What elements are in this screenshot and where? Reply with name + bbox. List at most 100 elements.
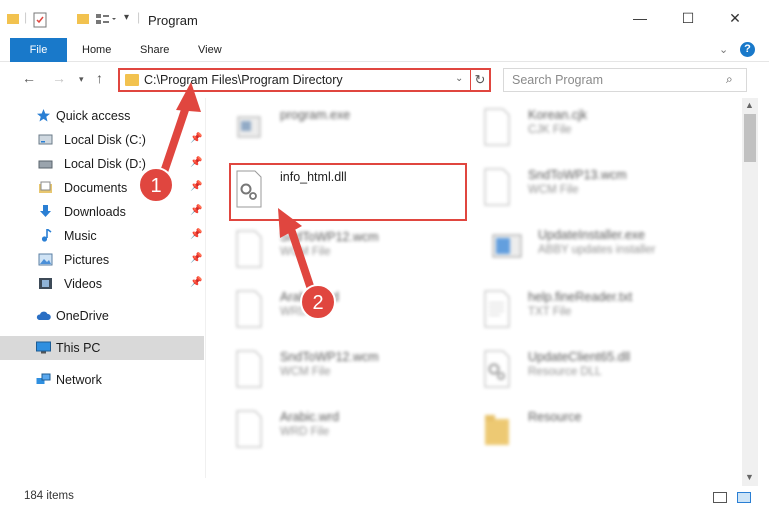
sidebar-item-quick-access[interactable]: Quick access bbox=[0, 104, 204, 128]
window-title: Program bbox=[148, 13, 198, 28]
file-type: WCM File bbox=[280, 366, 331, 378]
folder-icon bbox=[125, 74, 139, 86]
sidebar-item-documents[interactable]: Documents 📌 bbox=[0, 176, 204, 200]
file-type: CJK File bbox=[528, 124, 572, 136]
file-list: program.exe info_html.dll SndToWP12.wcm … bbox=[208, 98, 741, 478]
tab-file[interactable]: File bbox=[10, 38, 67, 62]
file-name: Resource bbox=[528, 410, 582, 424]
sidebar-item-local-disk-c[interactable]: Local Disk (C:) 📌 bbox=[0, 128, 204, 152]
sidebar-item-music[interactable]: Music 📌 bbox=[0, 224, 204, 248]
details-view-icon[interactable] bbox=[713, 492, 727, 503]
pin-icon[interactable]: 📌 bbox=[190, 205, 202, 216]
maximize-button[interactable]: ☐ bbox=[677, 10, 699, 28]
chevron-down-icon[interactable]: ⌄ bbox=[455, 73, 463, 84]
up-arrow-icon[interactable]: ↑ bbox=[96, 70, 103, 86]
cloud-icon bbox=[36, 311, 51, 320]
file-type: WCM File bbox=[280, 246, 331, 258]
pin-icon[interactable]: 📌 bbox=[190, 133, 202, 144]
scroll-thumb[interactable] bbox=[744, 114, 756, 162]
sidebar-item-pictures[interactable]: Pictures 📌 bbox=[0, 248, 204, 272]
view-options-icon[interactable] bbox=[95, 12, 117, 26]
file-item[interactable]: SndToWP13.wcm WCM File bbox=[458, 162, 698, 220]
pin-icon[interactable]: 📌 bbox=[190, 229, 202, 240]
generic-file-icon bbox=[236, 230, 262, 268]
expand-ribbon-icon[interactable]: ⌄ bbox=[719, 43, 728, 56]
large-icons-view-icon[interactable] bbox=[737, 492, 751, 503]
tab-share[interactable]: Share bbox=[140, 38, 169, 62]
file-item[interactable]: Korean.cjk CJK File bbox=[458, 102, 698, 160]
file-type: WRD File bbox=[280, 426, 330, 438]
file-item[interactable]: Arabic.wrd WRD File bbox=[210, 284, 450, 342]
scroll-down-icon[interactable]: ▼ bbox=[745, 472, 754, 482]
forward-arrow-icon[interactable]: → bbox=[52, 70, 66, 86]
sidebar-item-label: This PC bbox=[56, 341, 101, 355]
sidebar-item-label: Quick access bbox=[56, 109, 131, 123]
sidebar-item-local-disk-d[interactable]: Local Disk (D:) 📌 bbox=[0, 152, 204, 176]
sidebar-item-label: Pictures bbox=[64, 253, 110, 267]
sidebar-item-this-pc[interactable]: This PC bbox=[0, 336, 204, 360]
file-item[interactable]: UpdateClient65.dll Resource DLL bbox=[458, 344, 698, 402]
file-item[interactable]: SndToWP12.wcm WCM File bbox=[210, 224, 450, 282]
help-icon[interactable]: ? bbox=[740, 42, 755, 57]
folder-icon[interactable] bbox=[6, 12, 20, 26]
dll-gear-file-icon bbox=[484, 350, 510, 388]
file-name: UpdateInstaller.exe bbox=[538, 228, 646, 242]
video-film-icon bbox=[39, 278, 52, 289]
file-item[interactable]: UpdateInstaller.exe ABBY updates install… bbox=[468, 222, 708, 280]
search-input[interactable]: Search Program ⌕ bbox=[503, 68, 747, 92]
documents-icon bbox=[39, 181, 52, 193]
pin-icon[interactable]: 📌 bbox=[190, 253, 202, 264]
navigation-bar: ← → ▾ ↑ C:\Program Files\Program Directo… bbox=[0, 62, 769, 96]
star-icon bbox=[37, 109, 50, 122]
exe-file-icon bbox=[237, 116, 261, 138]
sidebar-item-network[interactable]: Network bbox=[0, 368, 204, 392]
sidebar-item-label: Music bbox=[64, 229, 97, 243]
address-bar[interactable]: C:\Program Files\Program Directory ⌄ ↻ bbox=[118, 68, 491, 92]
sidebar-item-label: Downloads bbox=[64, 205, 126, 219]
file-name: SndToWP12.wcm bbox=[280, 350, 379, 364]
generic-file-icon bbox=[484, 108, 510, 146]
file-item[interactable]: SndToWP12.wcm WCM File bbox=[210, 344, 450, 402]
computer-monitor-icon bbox=[36, 341, 51, 354]
back-arrow-icon[interactable]: ← bbox=[22, 70, 36, 86]
download-arrow-icon bbox=[40, 205, 51, 217]
new-folder-icon[interactable] bbox=[76, 12, 90, 26]
pin-icon[interactable]: 📌 bbox=[190, 277, 202, 288]
file-type: Resource DLL bbox=[528, 366, 602, 378]
sidebar-item-onedrive[interactable]: OneDrive bbox=[0, 304, 204, 328]
address-path[interactable]: C:\Program Files\Program Directory bbox=[144, 73, 343, 87]
file-name: UpdateClient65.dll bbox=[528, 350, 631, 364]
refresh-button[interactable]: ↻ bbox=[470, 70, 489, 90]
close-button[interactable]: ✕ bbox=[724, 10, 746, 28]
pane-divider bbox=[205, 98, 206, 478]
item-count: 184 items bbox=[24, 490, 74, 502]
sidebar-item-videos[interactable]: Videos 📌 bbox=[0, 272, 204, 296]
sidebar-item-label: OneDrive bbox=[56, 309, 109, 323]
customize-toolbar-icon[interactable]: ▾ bbox=[124, 12, 129, 23]
highlight-box bbox=[229, 163, 467, 221]
vertical-scrollbar[interactable]: ▲ ▼ bbox=[742, 98, 758, 486]
pin-icon[interactable]: 📌 bbox=[190, 181, 202, 192]
tab-home[interactable]: Home bbox=[82, 38, 111, 62]
file-item[interactable]: Resource bbox=[458, 404, 698, 462]
sidebar-item-downloads[interactable]: Downloads 📌 bbox=[0, 200, 204, 224]
sidebar-item-label: Network bbox=[56, 373, 102, 387]
generic-file-icon bbox=[236, 290, 262, 328]
network-icon bbox=[36, 373, 51, 384]
folder-icon bbox=[485, 415, 509, 445]
minimize-button[interactable]: — bbox=[629, 10, 651, 28]
status-bar: 184 items bbox=[0, 486, 769, 508]
scroll-up-icon[interactable]: ▲ bbox=[745, 100, 754, 110]
file-name: Arabic.wrd bbox=[280, 410, 340, 424]
pictures-icon bbox=[38, 253, 53, 266]
generic-file-icon bbox=[236, 410, 262, 448]
file-type: TXT File bbox=[528, 306, 572, 318]
file-item[interactable]: Arabic.wrd WRD File bbox=[210, 404, 450, 462]
pin-icon[interactable]: 📌 bbox=[190, 157, 202, 168]
recent-locations-icon[interactable]: ▾ bbox=[79, 74, 84, 85]
tab-view[interactable]: View bbox=[198, 38, 222, 62]
file-item[interactable]: program.exe bbox=[210, 102, 450, 160]
search-icon[interactable]: ⌕ bbox=[726, 72, 733, 87]
file-item[interactable]: help.fineReader.txt TXT File bbox=[458, 284, 698, 342]
properties-icon[interactable] bbox=[32, 12, 48, 28]
